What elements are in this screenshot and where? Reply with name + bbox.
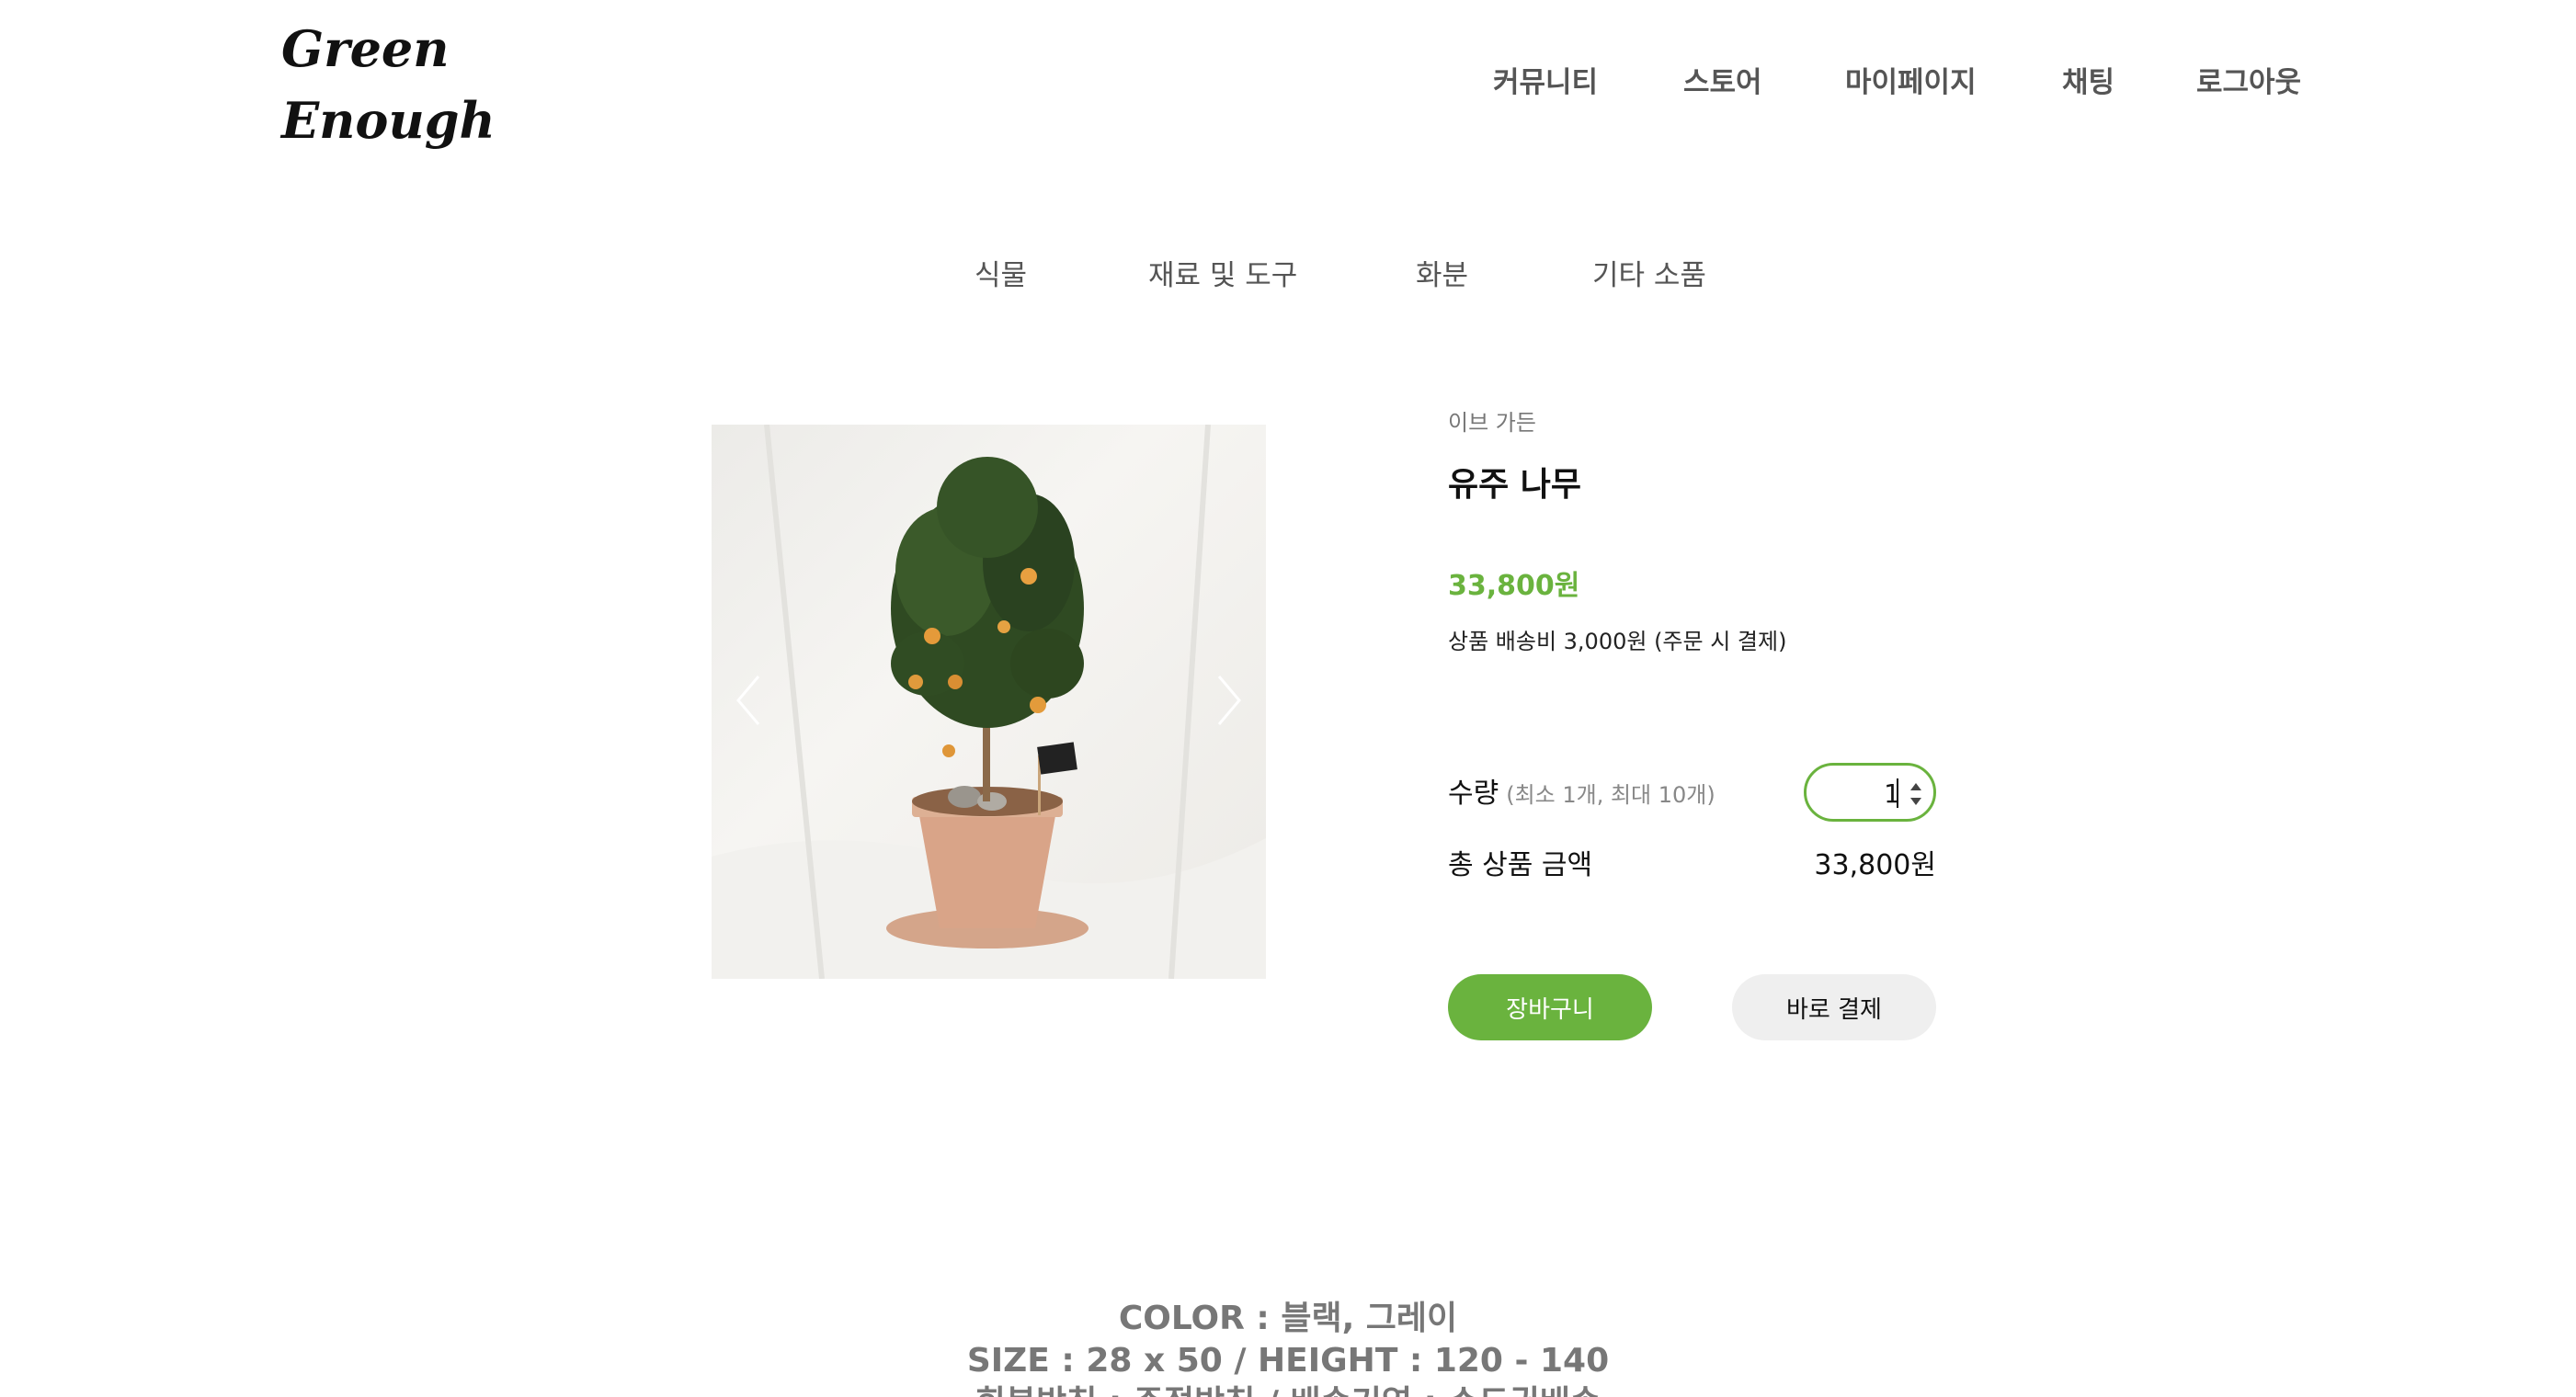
- quantity-spinner-icon[interactable]: [1908, 780, 1924, 808]
- product-image-carousel: [712, 425, 1266, 979]
- shipping-info: 상품 배송비 3,000원 (주문 시 결제): [1448, 629, 1787, 654]
- product-brand: 이브 가든: [1448, 410, 1536, 436]
- product-price: 33,800원: [1448, 570, 1580, 602]
- product-detail-page: Green Enough 커뮤니티 스토어 마이페이지 채팅 로그아웃 식물 재…: [0, 0, 2576, 1397]
- category-etc[interactable]: 기타 소품: [1592, 254, 1706, 298]
- product-name: 유주 나무: [1448, 466, 1582, 504]
- add-to-cart-button[interactable]: 장바구니: [1448, 974, 1652, 1040]
- nav-mypage[interactable]: 마이페이지: [1845, 61, 1977, 105]
- description-size: SIZE : 28 x 50 / HEIGHT : 120 - 140: [966, 1342, 1610, 1380]
- top-navigation: 커뮤니티 스토어 마이페이지 채팅 로그아웃: [0, 61, 2576, 105]
- product-description: COLOR : 블랙, 그레이 SIZE : 28 x 50 / HEIGHT …: [0, 1298, 2576, 1397]
- total-price-value: 33,800원: [1814, 849, 1936, 881]
- description-policy: 회복방침 : 주접방침 / 배송기영 : 수도권배송: [0, 1382, 2576, 1397]
- chevron-left-icon: [736, 676, 760, 725]
- carousel-prev-button[interactable]: [721, 668, 776, 733]
- quantity-input[interactable]: 1: [1804, 763, 1936, 822]
- chevron-right-icon: [1217, 676, 1241, 725]
- carousel-next-button[interactable]: [1202, 668, 1257, 733]
- product-photo: [712, 425, 1266, 979]
- category-plants[interactable]: 식물: [975, 254, 1027, 298]
- description-color: COLOR : 블랙, 그레이: [1118, 1300, 1458, 1337]
- nav-chatting[interactable]: 채팅: [2062, 61, 2114, 105]
- text-caret: [1897, 778, 1898, 808]
- nav-store[interactable]: 스토어: [1683, 61, 1762, 105]
- nav-community[interactable]: 커뮤니티: [1493, 61, 1598, 105]
- category-pots[interactable]: 화분: [1416, 254, 1468, 298]
- quantity-label-row: 수량 (최소 1개, 최대 10개): [1448, 770, 1715, 811]
- total-price-label: 총 상품 금액: [1448, 849, 1593, 881]
- quantity-hint: (최소 1개, 최대 10개): [1506, 782, 1715, 808]
- buy-now-button[interactable]: 바로 결제: [1732, 974, 1936, 1040]
- category-materials-tools[interactable]: 재료 및 도구: [1148, 254, 1297, 298]
- quantity-label: 수량: [1448, 778, 1499, 810]
- nav-logout[interactable]: 로그아웃: [2196, 61, 2301, 105]
